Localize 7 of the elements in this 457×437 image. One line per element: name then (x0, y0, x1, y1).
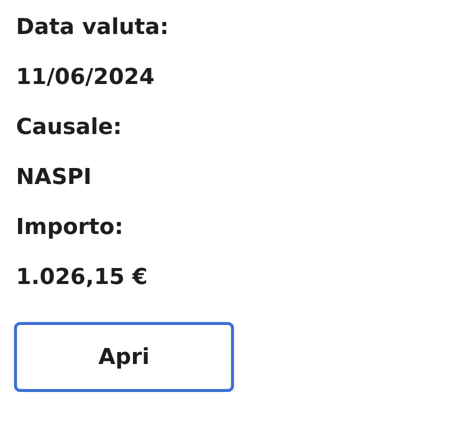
field-value: 11/06/2024 (16, 64, 155, 92)
field-label: Data valuta: (16, 14, 169, 42)
field-value: NASPI (16, 164, 92, 192)
field-label: Importo: (16, 214, 124, 242)
field-value: 1.026,15 € (16, 264, 148, 292)
field-label: Causale: (16, 114, 122, 142)
open-button[interactable]: Apri (14, 322, 234, 392)
